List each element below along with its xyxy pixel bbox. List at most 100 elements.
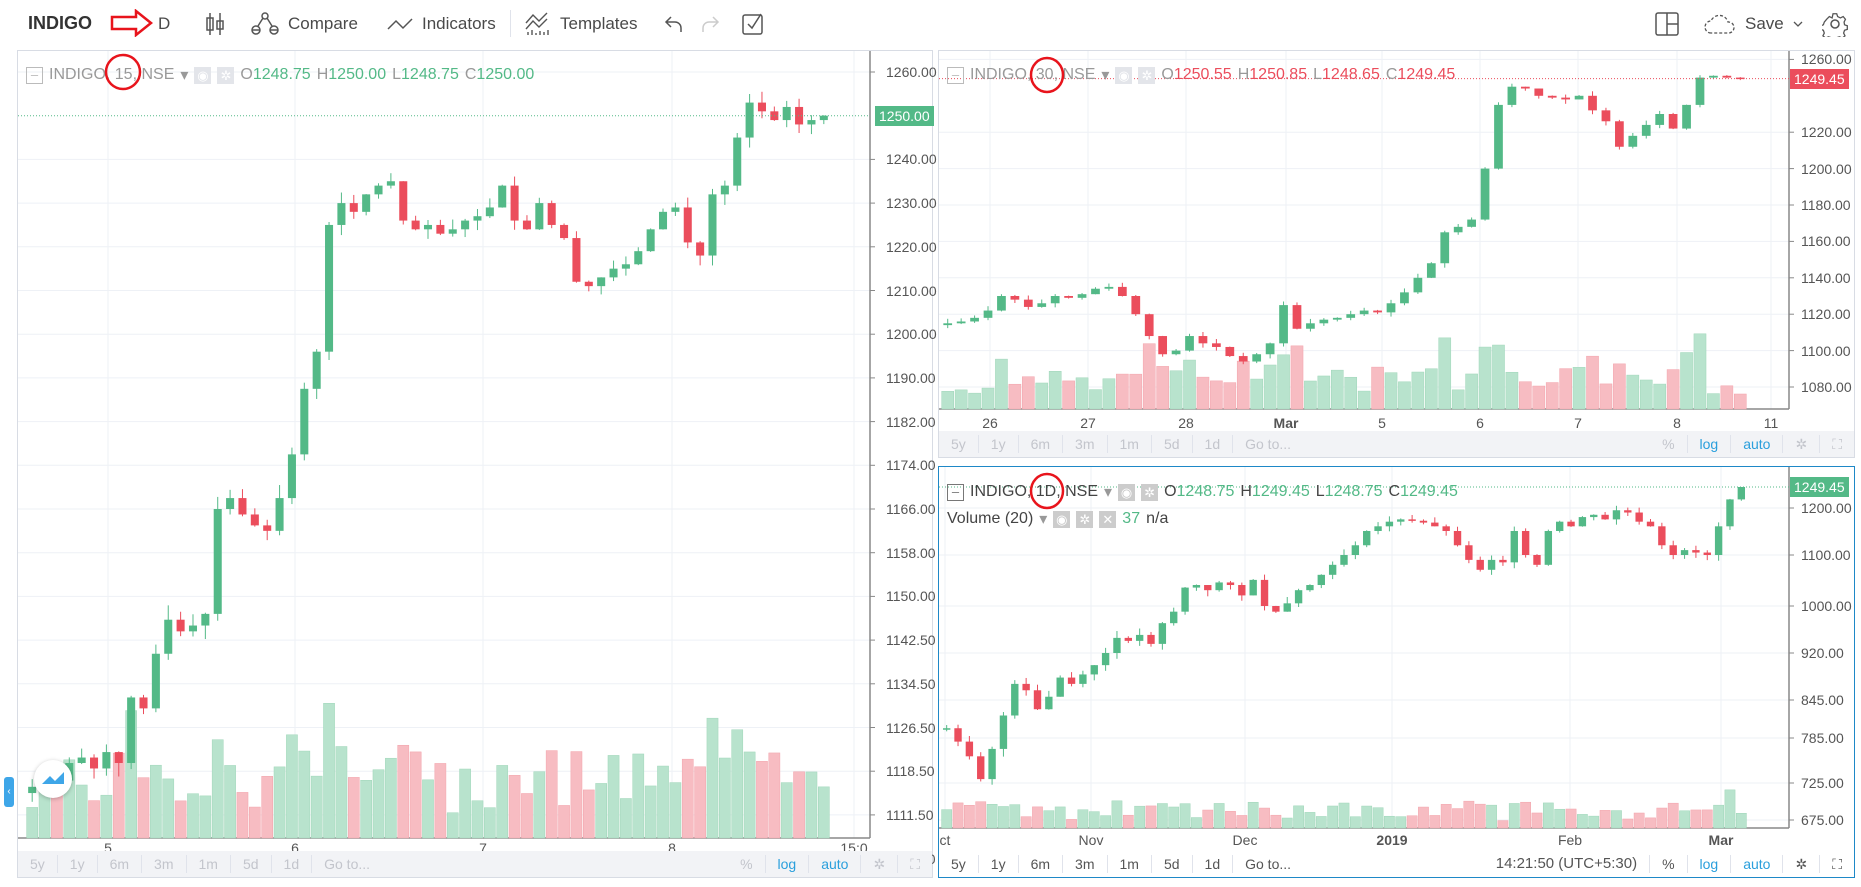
- dropdown-caret-icon[interactable]: ▾: [180, 65, 188, 85]
- candle-body: [151, 653, 160, 709]
- volume-bar: [1100, 815, 1111, 829]
- indicators-button[interactable]: Indicators: [386, 0, 496, 47]
- volume-bar: [1653, 383, 1666, 410]
- redo-button[interactable]: [700, 0, 720, 47]
- price-axis[interactable]: 1200.00 1100.00 1000.00 920.00 845.00 785.00 7…: [1790, 467, 1855, 828]
- bottom-toolbar: 5y 1y 6m 3m 1m 5d 1d Go to... 14:21:50 (UTC+5:30…: [939, 851, 1854, 877]
- templates-button[interactable]: Templates: [524, 0, 637, 47]
- goto-button[interactable]: Go to...: [1233, 855, 1303, 873]
- range-button-1d[interactable]: 1d: [1193, 855, 1234, 873]
- gear-icon[interactable]: ✲: [861, 855, 899, 873]
- settings-button[interactable]: [1822, 0, 1848, 47]
- percent-scale-button[interactable]: %: [728, 855, 766, 873]
- collapse-icon[interactable]: –: [26, 66, 43, 84]
- range-button-1y[interactable]: 1y: [979, 435, 1019, 453]
- eye-icon[interactable]: ◉: [194, 66, 212, 84]
- gear-icon[interactable]: ✲: [217, 66, 235, 84]
- eye-icon[interactable]: ◉: [1053, 510, 1071, 528]
- candles: [942, 487, 1746, 785]
- chart-legend: – INDIGO, 15, NSE ▾ ◉ ✲ O1248.75 H1250.00…: [26, 65, 534, 85]
- range-button-1d[interactable]: 1d: [1193, 435, 1234, 453]
- fullscreen-icon[interactable]: ⛶: [898, 855, 932, 873]
- chart-canvas[interactable]: [939, 51, 1856, 459]
- chart-pane-30m[interactable]: – INDIGO, 30, NSE ▾ ◉ ✲ O1250.55 H1250.85…: [938, 50, 1855, 458]
- eye-icon[interactable]: ◉: [1118, 483, 1136, 501]
- auto-scale-button[interactable]: auto: [1731, 855, 1784, 873]
- range-button-5y[interactable]: 5y: [939, 435, 979, 453]
- percent-scale-button[interactable]: %: [1650, 435, 1688, 453]
- symbol-search-button[interactable]: INDIGO: [28, 0, 92, 47]
- timezone-clock[interactable]: 14:21:50 (UTC+5:30): [1484, 855, 1651, 873]
- fullscreen-icon[interactable]: ⛶: [1820, 435, 1854, 453]
- time-axis[interactable]: ct Nov Dec 2019 Feb Mar: [939, 830, 1791, 850]
- range-button-1y[interactable]: 1y: [58, 855, 98, 873]
- chart-pane-15m[interactable]: – INDIGO, 15, NSE ▾ ◉ ✲ O1248.75 H1250.00…: [17, 50, 937, 879]
- log-scale-button[interactable]: log: [1688, 855, 1732, 873]
- gear-icon[interactable]: ✲: [1076, 510, 1094, 528]
- volume-bar: [1411, 371, 1425, 410]
- range-button-1y[interactable]: 1y: [979, 855, 1019, 873]
- range-button-5d[interactable]: 5d: [231, 855, 272, 873]
- range-button-5y[interactable]: 5y: [939, 855, 979, 873]
- range-button-3m[interactable]: 3m: [1063, 855, 1108, 873]
- open-value: 1248.75: [252, 66, 311, 83]
- price-axis[interactable]: 1260.00 1220.00 1200.00 1180.00 1160.00 1140.…: [1790, 51, 1855, 409]
- range-button-1m[interactable]: 1m: [187, 855, 231, 873]
- chart-canvas[interactable]: [18, 51, 934, 879]
- range-button-3m[interactable]: 3m: [142, 855, 187, 873]
- volume-bar: [1532, 385, 1546, 410]
- close-icon[interactable]: ✕: [1099, 510, 1117, 528]
- range-button-6m[interactable]: 6m: [98, 855, 143, 873]
- compare-button[interactable]: Compare: [250, 0, 358, 47]
- layout-button[interactable]: [1655, 0, 1679, 47]
- chart-pane-1d[interactable]: – INDIGO, 1D, NSE ▾ ◉ ✲ O1248.75 H1249.45…: [938, 466, 1855, 878]
- interval-button[interactable]: D: [158, 0, 170, 47]
- range-button-1m[interactable]: 1m: [1108, 855, 1152, 873]
- volume-bar: [1371, 366, 1384, 410]
- candle-body: [1050, 296, 1060, 304]
- templates-label: Templates: [560, 13, 638, 33]
- dropdown-caret-icon[interactable]: ▾: [1039, 509, 1047, 529]
- percent-scale-button[interactable]: %: [1650, 855, 1688, 873]
- fullscreen-icon[interactable]: ⛶: [1820, 855, 1854, 873]
- collapse-icon[interactable]: –: [947, 66, 964, 84]
- goto-button[interactable]: Go to...: [1233, 435, 1303, 453]
- gear-icon[interactable]: ✲: [1783, 435, 1821, 453]
- time-axis[interactable]: 26 27 28 Mar 5 6 7 8 11: [939, 413, 1791, 433]
- save-button[interactable]: Save: [1703, 0, 1804, 47]
- range-button-3m[interactable]: 3m: [1063, 435, 1108, 453]
- gear-icon[interactable]: ✲: [1138, 66, 1156, 84]
- goto-button[interactable]: Go to...: [312, 855, 382, 873]
- candle-body: [943, 323, 953, 326]
- alerts-button[interactable]: [742, 0, 764, 47]
- time-tick-label: 11: [1763, 415, 1779, 431]
- log-scale-button[interactable]: log: [1688, 435, 1732, 453]
- chart-style-button[interactable]: [205, 0, 225, 47]
- range-button-5y[interactable]: 5y: [18, 855, 58, 873]
- price-axis[interactable]: 1260.00 1240.00 1230.00 1220.00 1210.00 1200.…: [875, 51, 937, 867]
- auto-scale-button[interactable]: auto: [1731, 435, 1784, 453]
- range-button-6m[interactable]: 6m: [1019, 855, 1064, 873]
- collapse-icon[interactable]: –: [947, 483, 964, 501]
- dropdown-caret-icon[interactable]: ▾: [1101, 65, 1109, 85]
- eye-icon[interactable]: ◉: [1115, 66, 1133, 84]
- volume-bar: [385, 757, 397, 839]
- range-button-1m[interactable]: 1m: [1108, 435, 1152, 453]
- auto-scale-button[interactable]: auto: [809, 855, 862, 873]
- range-button-5d[interactable]: 5d: [1152, 855, 1193, 873]
- undo-button[interactable]: [664, 0, 684, 47]
- gear-icon[interactable]: ✲: [1141, 483, 1159, 501]
- tradingview-logo-button[interactable]: [34, 760, 72, 798]
- dropdown-caret-icon[interactable]: ▾: [1104, 482, 1112, 502]
- time-tick-label: 27: [1080, 415, 1096, 431]
- range-button-5d[interactable]: 5d: [1152, 435, 1193, 453]
- candle-body: [1079, 674, 1087, 684]
- volume-bar: [1344, 376, 1358, 410]
- range-button-6m[interactable]: 6m: [1019, 435, 1064, 453]
- volume-bar: [1667, 802, 1679, 829]
- range-button-1d[interactable]: 1d: [272, 855, 313, 873]
- gear-icon[interactable]: ✲: [1783, 855, 1821, 873]
- log-scale-button[interactable]: log: [766, 855, 810, 873]
- sidebar-toggle-handle[interactable]: ‹: [4, 777, 14, 807]
- volume-bar: [1693, 333, 1707, 410]
